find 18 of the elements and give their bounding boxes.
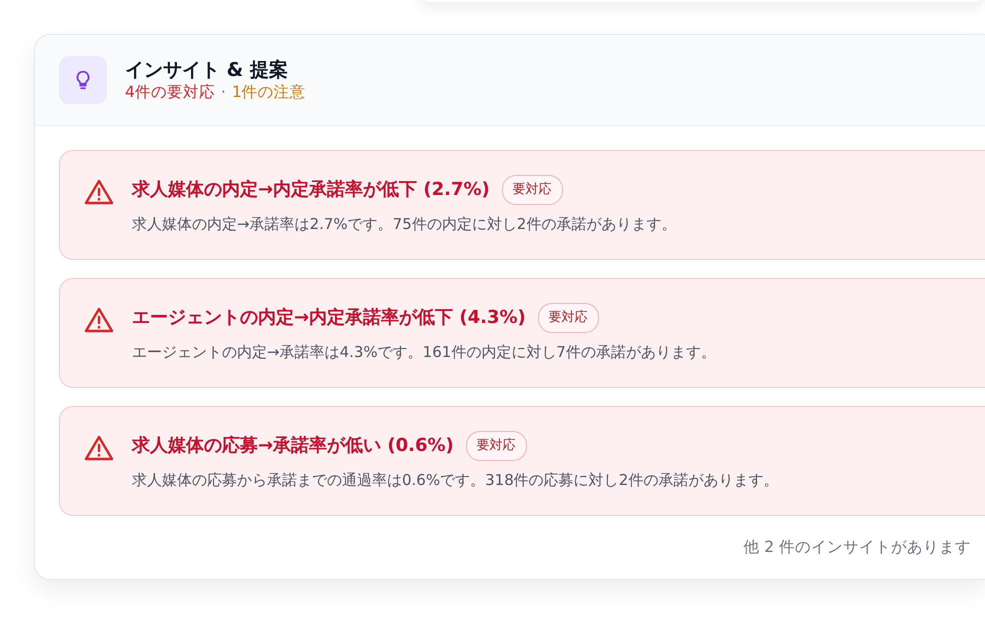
warning-count: 1件の注意 [232, 83, 306, 102]
separator-dot: · [220, 83, 226, 102]
panel-title: インサイト & 提案 [125, 58, 289, 82]
more-insights-note: 他 2 件のインサイトがあります [742, 537, 972, 558]
insight-title: 求人媒体の内定→内定承諾率が低下 (2.7%) [132, 178, 490, 202]
lightbulb-icon [59, 56, 107, 104]
warning-icon [84, 435, 114, 461]
insight-title: エージェントの内定→内定承諾率が低下 (4.3%) [132, 306, 526, 330]
insight-description: エージェントの内定→承諾率は4.3%です。161件の内定に対し7件の承諾があります。 [132, 342, 716, 362]
insight-description: 求人媒体の応募から承諾までの通過率は0.6%です。318件の応募に対し2件の承諾があります。 [132, 470, 778, 490]
warning-icon [84, 179, 114, 205]
priority-tag: 要対応 [538, 303, 599, 332]
insight-description: 求人媒体の内定→承諾率は2.7%です。75件の内定に対し2件の承諾があります。 [132, 214, 676, 234]
priority-tag: 要対応 [466, 431, 527, 460]
warning-icon [84, 307, 114, 333]
insight-title: 求人媒体の応募→承諾率が低い (0.6%) [132, 434, 454, 458]
critical-count: 4件の要対応 [125, 83, 215, 102]
priority-tag: 要対応 [502, 175, 563, 204]
